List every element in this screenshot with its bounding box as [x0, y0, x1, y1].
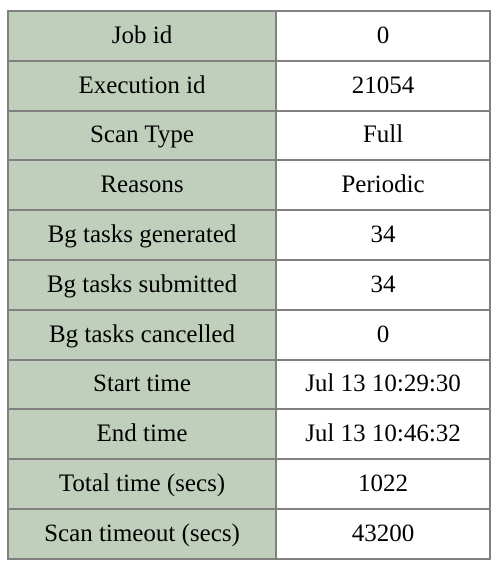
- row-label: Total time (secs): [7, 458, 277, 510]
- table-row: Bg tasks submitted 34: [7, 258, 491, 311]
- table-row: Job id 0: [7, 10, 491, 62]
- row-value: 0: [275, 308, 491, 361]
- row-value: 21054: [275, 59, 491, 112]
- table-row: Bg tasks cancelled 0: [7, 308, 491, 361]
- scan-job-summary-body: Job id 0 Execution id 21054 Scan Type Full Rea…: [7, 10, 491, 560]
- row-value: 43200: [275, 507, 491, 560]
- row-label: Scan timeout (secs): [7, 507, 277, 560]
- row-label: Job id: [7, 10, 277, 62]
- table-row: End time Jul 13 10:46:32: [7, 408, 491, 461]
- row-label: Start time: [7, 358, 277, 411]
- table-row: Execution id 21054: [7, 59, 491, 112]
- table-row: Start time Jul 13 10:29:30: [7, 358, 491, 411]
- row-label: Bg tasks generated: [7, 209, 277, 261]
- table-row: Reasons Periodic: [7, 159, 491, 212]
- row-value: 34: [275, 258, 491, 311]
- row-value: Jul 13 10:29:30: [275, 358, 491, 411]
- row-value: Periodic: [275, 159, 491, 212]
- table-row: Scan timeout (secs) 43200: [7, 507, 491, 560]
- row-value: 1022: [275, 458, 491, 510]
- table-row: Bg tasks generated 34: [7, 209, 491, 261]
- scan-job-summary-table: Job id 0 Execution id 21054 Scan Type Full Rea…: [7, 10, 491, 560]
- row-label: Bg tasks cancelled: [7, 308, 277, 361]
- table-row: Scan Type Full: [7, 109, 491, 162]
- table-row: Total time (secs) 1022: [7, 458, 491, 510]
- row-value: 34: [275, 209, 491, 261]
- row-value: 0: [275, 10, 491, 62]
- row-label: Scan Type: [7, 109, 277, 162]
- page-root: Job id 0 Execution id 21054 Scan Type Full Rea…: [0, 0, 501, 569]
- row-value: Full: [275, 109, 491, 162]
- row-label: Execution id: [7, 59, 277, 112]
- row-label: End time: [7, 408, 277, 461]
- row-label: Bg tasks submitted: [7, 258, 277, 311]
- row-label: Reasons: [7, 159, 277, 212]
- row-value: Jul 13 10:46:32: [275, 408, 491, 461]
